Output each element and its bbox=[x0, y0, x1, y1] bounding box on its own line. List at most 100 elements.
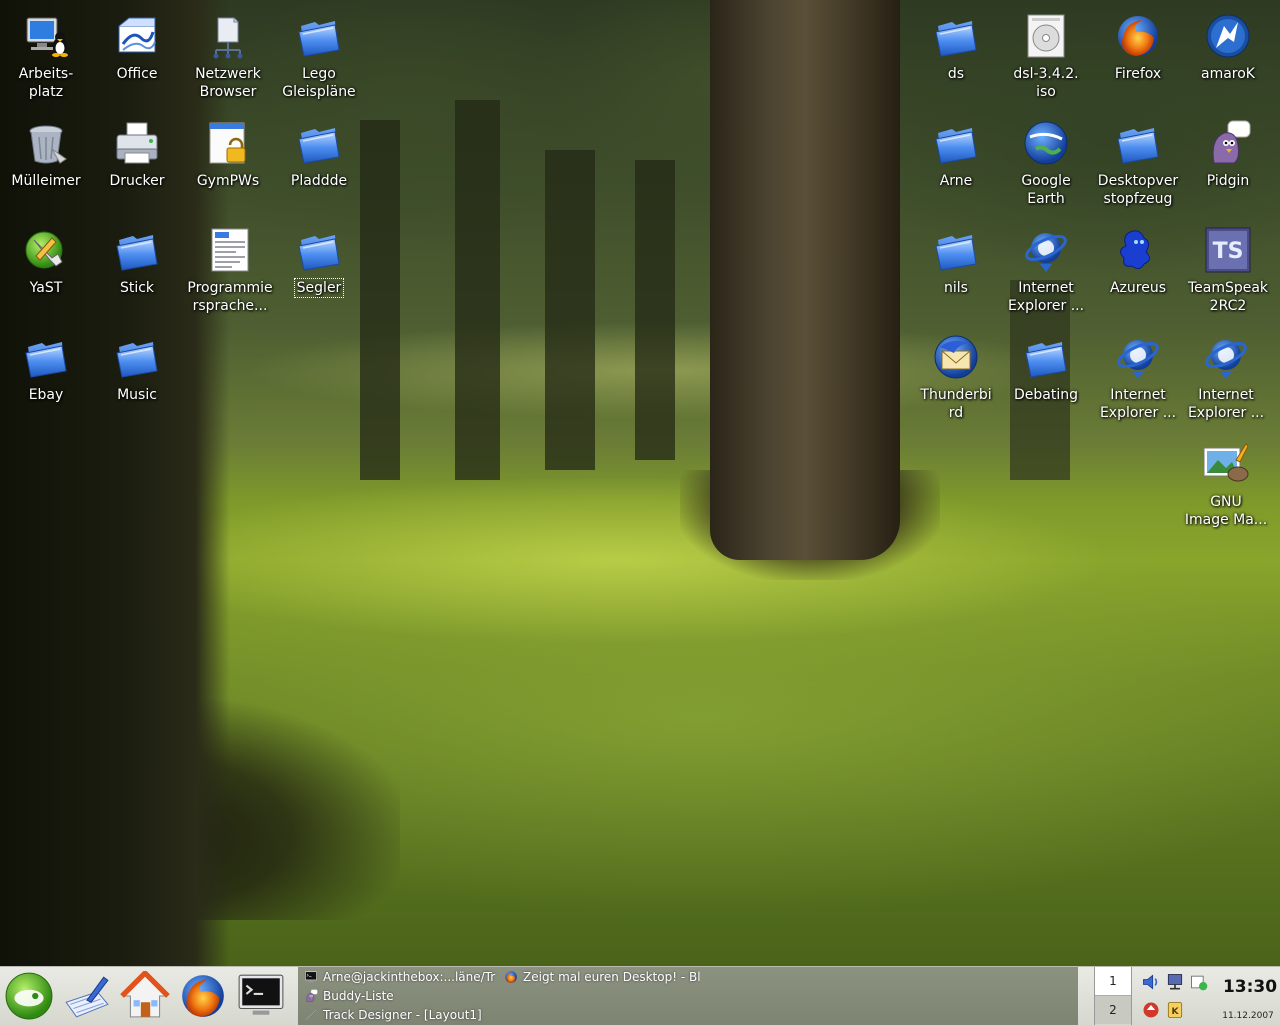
task-button-track-designer[interactable]: Track Designer - [Layout1] bbox=[304, 1006, 604, 1024]
desktop-icon-stick[interactable]: Stick bbox=[89, 226, 185, 297]
folder-icon bbox=[1114, 119, 1162, 167]
desktop-icon-internet-explorer-2[interactable]: Internet Explorer ... bbox=[1090, 333, 1186, 422]
thunderbird-icon bbox=[932, 333, 980, 381]
task-label: Arne@jackinthebox:...läne/Tr bbox=[323, 970, 496, 984]
system-tray bbox=[1136, 967, 1216, 1025]
task-label: Track Designer - [Layout1] bbox=[323, 1008, 482, 1022]
google-earth-icon bbox=[1022, 119, 1070, 167]
desktop-icon-label: Pladdde bbox=[290, 173, 348, 189]
desktop-icon-amarok[interactable]: amaroK bbox=[1180, 12, 1276, 83]
desktop-icon-label: Arne bbox=[939, 173, 973, 189]
internet-explorer-icon bbox=[1202, 333, 1250, 381]
taskbar-window-list: Arne@jackinthebox:...läne/Tr Zeigt mal e… bbox=[298, 967, 1078, 1025]
desktop-icon-label: nils bbox=[944, 280, 968, 296]
folder-icon bbox=[1022, 333, 1070, 381]
folder-icon bbox=[932, 12, 980, 60]
yast-icon bbox=[22, 226, 70, 274]
desktop-icon-muelleimer[interactable]: Mülleimer bbox=[0, 119, 94, 190]
task-button-terminal[interactable]: Arne@jackinthebox:...läne/Tr bbox=[304, 968, 500, 986]
desktop-icon-ds[interactable]: ds bbox=[908, 12, 1004, 83]
pager-desktop-1[interactable]: 1 bbox=[1095, 967, 1131, 996]
suse-menu-icon[interactable] bbox=[4, 971, 54, 1021]
firefox-icon[interactable] bbox=[178, 971, 228, 1021]
task-button-buddy-list[interactable]: Buddy-Liste bbox=[304, 987, 604, 1005]
desktop-icon-gimp[interactable]: GNU Image Ma... bbox=[1178, 440, 1274, 529]
gimp-icon bbox=[1202, 440, 1250, 488]
trash-icon bbox=[22, 119, 70, 167]
desktop-icon-firefox[interactable]: Firefox bbox=[1090, 12, 1186, 83]
folder-icon bbox=[295, 226, 343, 274]
desktop-icon-dsl-iso[interactable]: dsl-3.4.2. iso bbox=[998, 12, 1094, 101]
desktop-icon-ebay[interactable]: Ebay bbox=[0, 333, 94, 404]
desktop-icon-debating[interactable]: Debating bbox=[998, 333, 1094, 404]
desktop-icon-label: Programmie rsprache... bbox=[187, 280, 273, 314]
desktop-icon-label: Arbeits- platz bbox=[18, 66, 74, 100]
folder-icon bbox=[295, 12, 343, 60]
desktop-icon-arne[interactable]: Arne bbox=[908, 119, 1004, 190]
desktop-icon-azureus[interactable]: Azureus bbox=[1090, 226, 1186, 297]
keyboard-icon[interactable] bbox=[1165, 1000, 1185, 1020]
desktop-icon-pidgin[interactable]: Pidgin bbox=[1180, 119, 1276, 190]
desktop-icon-label: Firefox bbox=[1114, 66, 1162, 82]
internet-explorer-icon bbox=[1022, 226, 1070, 274]
desktop-icon-label: Internet Explorer ... bbox=[1187, 387, 1265, 421]
desktop-icon-teamspeak[interactable]: TeamSpeak 2RC2 bbox=[1180, 226, 1276, 315]
desktop-icon-label: Ebay bbox=[28, 387, 64, 403]
desktop-icon-label: Internet Explorer ... bbox=[1007, 280, 1085, 314]
computer-icon bbox=[22, 12, 70, 60]
wallpaper-tree bbox=[545, 150, 595, 470]
folder-icon bbox=[113, 333, 161, 381]
desktop-icon-internet-explorer-1[interactable]: Internet Explorer ... bbox=[998, 226, 1094, 315]
desktop-icon-segler[interactable]: Segler bbox=[271, 226, 367, 298]
azureus-icon bbox=[1114, 226, 1162, 274]
desktop-icon-label: Debating bbox=[1014, 387, 1078, 403]
folder-icon bbox=[932, 226, 980, 274]
printer-icon bbox=[113, 119, 161, 167]
amarok-icon bbox=[1204, 12, 1252, 60]
terminal-icon[interactable] bbox=[236, 971, 286, 1021]
terminal-icon bbox=[304, 970, 318, 984]
network-icon bbox=[204, 12, 252, 60]
desktop-icon-google-earth[interactable]: Google Earth bbox=[998, 119, 1094, 208]
clock-time[interactable]: 13:30 bbox=[1222, 977, 1278, 997]
desktop-icon-desktopverstopfzeug[interactable]: Desktopver stopfzeug bbox=[1090, 119, 1186, 208]
desktop-icon-label: amaroK bbox=[1201, 66, 1255, 82]
folder-icon bbox=[932, 119, 980, 167]
wallpaper-tree-trunk bbox=[710, 0, 900, 560]
desktop-icon-internet-explorer-3[interactable]: Internet Explorer ... bbox=[1178, 333, 1274, 422]
klipper-icon[interactable] bbox=[1189, 972, 1209, 992]
desktop-icon-netzwerk-browser[interactable]: Netzwerk Browser bbox=[180, 12, 276, 101]
desktop-icon-thunderbird[interactable]: Thunderbi rd bbox=[908, 333, 1004, 422]
desktop-icon-label: GymPWs bbox=[196, 173, 260, 189]
desktop-icon-arbeitsplatz[interactable]: Arbeits- platz bbox=[0, 12, 94, 101]
desktop-icon-programmiersprache[interactable]: Programmie rsprache... bbox=[182, 226, 278, 315]
volume-icon[interactable] bbox=[1141, 972, 1161, 992]
wallpaper-tree bbox=[635, 160, 675, 460]
folder-icon bbox=[113, 226, 161, 274]
desktop-icon-drucker[interactable]: Drucker bbox=[89, 119, 185, 190]
document-icon bbox=[206, 226, 254, 274]
desktop-icon-yast[interactable]: YaST bbox=[0, 226, 94, 297]
desktop-icon-label: Music bbox=[117, 387, 157, 403]
pidgin-icon bbox=[304, 989, 318, 1003]
desktop-icon-nils[interactable]: nils bbox=[908, 226, 1004, 297]
pager-desktop-2[interactable]: 2 bbox=[1095, 996, 1131, 1024]
desktop-icon-label: Pidgin bbox=[1206, 173, 1250, 189]
pidgin-icon bbox=[1204, 119, 1252, 167]
desktop-icon-label: Stick bbox=[119, 280, 155, 296]
desktop-icon-label: GNU Image Ma... bbox=[1184, 494, 1268, 528]
desktop-icon-lego-gleisplaene[interactable]: Lego Gleispläne bbox=[271, 12, 367, 101]
office-icon bbox=[113, 12, 161, 60]
desktop-icon-pladdde[interactable]: Pladdde bbox=[271, 119, 367, 190]
task-button-firefox[interactable]: Zeigt mal euren Desktop! - Bl bbox=[504, 968, 700, 986]
home-icon[interactable] bbox=[120, 971, 170, 1021]
desktop-icon-office[interactable]: Office bbox=[89, 12, 185, 83]
kwrite-icon[interactable] bbox=[62, 971, 112, 1021]
update-icon[interactable] bbox=[1141, 1000, 1161, 1020]
locked-file-icon bbox=[204, 119, 252, 167]
desktop-icon-gympws[interactable]: GymPWs bbox=[180, 119, 276, 190]
network-monitor-icon[interactable] bbox=[1165, 972, 1185, 992]
teamspeak-icon bbox=[1204, 226, 1252, 274]
desktop-icon-music[interactable]: Music bbox=[89, 333, 185, 404]
clock-date: 11.12.2007 bbox=[1222, 1011, 1274, 1021]
